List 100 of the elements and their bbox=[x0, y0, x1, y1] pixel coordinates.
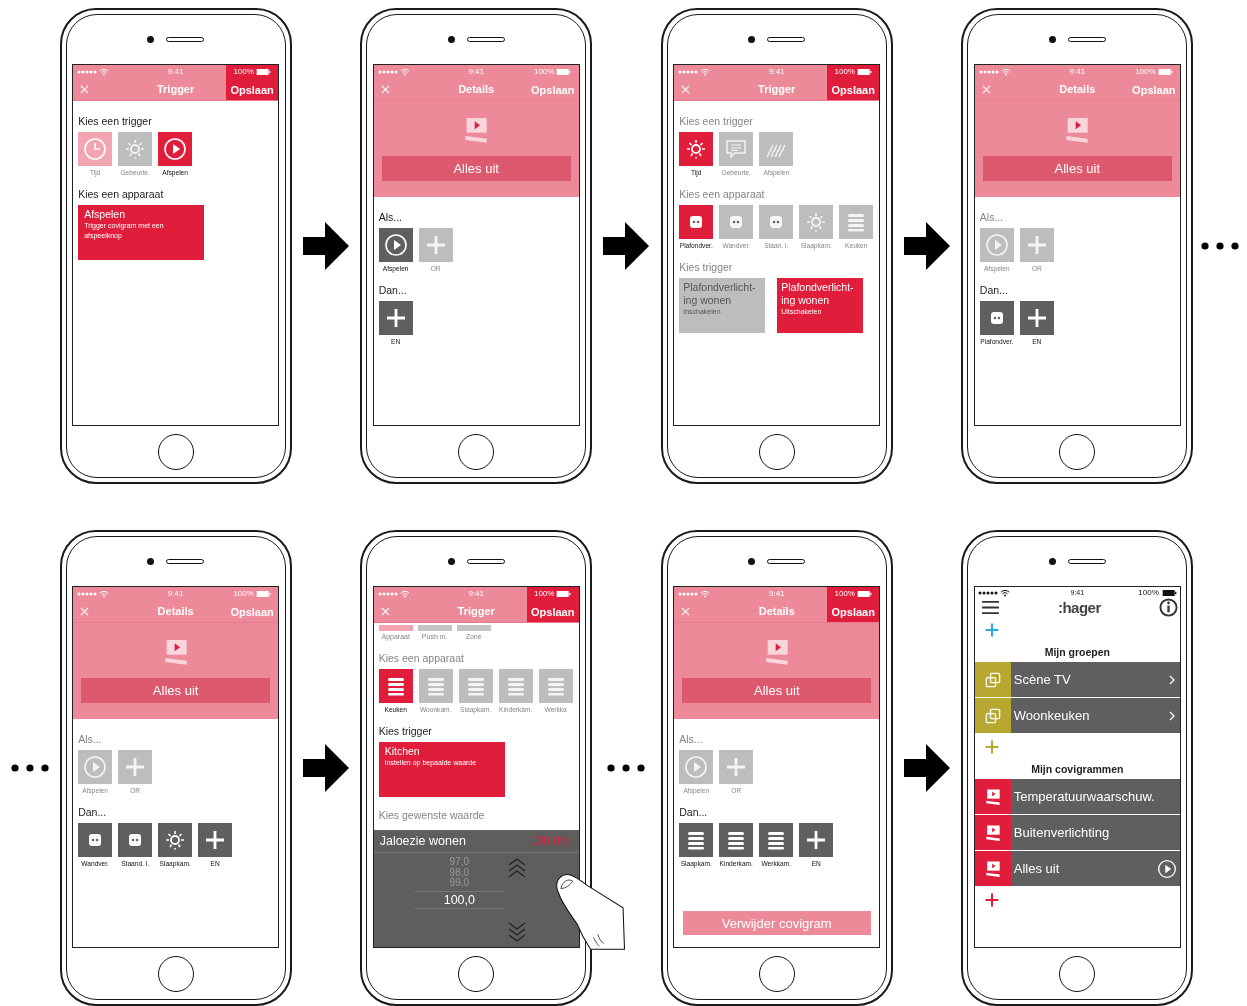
card-title: Afspelen bbox=[84, 208, 126, 222]
section-heading: Als... bbox=[679, 733, 704, 745]
status-time: 9:41 bbox=[166, 589, 185, 598]
arrow-icon bbox=[302, 222, 349, 270]
tile-button[interactable] bbox=[679, 132, 714, 166]
camera-icon bbox=[748, 558, 756, 565]
wifi-icon bbox=[700, 589, 711, 598]
tile-button[interactable] bbox=[78, 132, 113, 166]
wifi-icon bbox=[399, 67, 410, 76]
save-button[interactable]: Opslaan bbox=[531, 80, 575, 100]
signal-icon bbox=[77, 69, 98, 74]
status-time: 9:41 bbox=[467, 589, 485, 598]
section-heading: Dan... bbox=[78, 806, 108, 818]
save-button[interactable]: Opslaan bbox=[831, 602, 875, 622]
tile-button[interactable] bbox=[979, 301, 1014, 335]
battery-icon bbox=[556, 590, 572, 597]
card-title: Kitchen bbox=[384, 745, 421, 759]
card-title: Plafondverlicht-ing wonen bbox=[683, 281, 757, 308]
tile-button[interactable] bbox=[759, 823, 794, 857]
speech-bubble-icon bbox=[724, 137, 749, 161]
list-row[interactable]: Alles uit bbox=[974, 851, 1180, 886]
scene-button[interactable]: Alles uit bbox=[682, 678, 872, 703]
arrow-icon bbox=[302, 744, 349, 792]
battery-icon bbox=[1157, 68, 1173, 75]
tile-button[interactable] bbox=[158, 132, 193, 166]
battery-icon bbox=[857, 590, 872, 597]
close-icon[interactable] bbox=[981, 84, 991, 94]
signal-icon bbox=[678, 591, 699, 596]
save-button[interactable]: Opslaan bbox=[831, 80, 875, 100]
wifi-icon bbox=[999, 588, 1010, 597]
scene-button[interactable]: Alles uit bbox=[982, 156, 1172, 181]
wifi-icon bbox=[99, 589, 110, 598]
section-heading: Kies een apparaat bbox=[679, 188, 766, 200]
close-icon[interactable] bbox=[380, 606, 390, 616]
wifi-icon bbox=[99, 67, 110, 76]
tile-button[interactable] bbox=[1019, 301, 1054, 335]
save-button[interactable]: Opslaan bbox=[230, 602, 274, 622]
signal-icon bbox=[678, 69, 699, 74]
list-row[interactable]: Scène TV bbox=[974, 662, 1180, 697]
tile-button[interactable] bbox=[118, 823, 153, 857]
ellipsis-icon bbox=[10, 764, 49, 772]
signal-icon bbox=[77, 591, 98, 596]
tile-button[interactable] bbox=[378, 301, 413, 335]
battery-icon bbox=[857, 68, 872, 75]
screen-title: Details bbox=[457, 83, 496, 95]
section-heading: Kies trigger bbox=[679, 261, 734, 273]
tile-button[interactable] bbox=[679, 205, 714, 239]
chevron-right-icon bbox=[1167, 709, 1176, 722]
picker-reading: 100,0% bbox=[530, 834, 571, 848]
value-option: 98,0 bbox=[449, 867, 470, 878]
battery-level: 100% bbox=[834, 67, 855, 76]
section-heading: Dan... bbox=[979, 284, 1009, 296]
play-icon bbox=[163, 137, 188, 161]
menu-icon[interactable] bbox=[980, 599, 1000, 615]
tile-button[interactable] bbox=[378, 669, 413, 703]
screen-title: Trigger bbox=[757, 83, 797, 95]
screen-title: Trigger bbox=[155, 83, 196, 95]
section-heading: Kies een apparaat bbox=[78, 188, 165, 200]
battery-icon bbox=[1161, 589, 1177, 596]
battery-level: 100% bbox=[233, 67, 254, 76]
add-icon[interactable] bbox=[983, 622, 1000, 638]
scene-button[interactable]: Alles uit bbox=[381, 156, 571, 181]
camera-icon bbox=[447, 36, 455, 43]
list-row[interactable]: Buitenverlichting bbox=[974, 815, 1180, 850]
close-icon[interactable] bbox=[80, 606, 90, 616]
info-icon[interactable] bbox=[1158, 597, 1178, 617]
camera-icon bbox=[1048, 36, 1056, 43]
section-heading: Dan... bbox=[378, 284, 408, 296]
play-icon[interactable] bbox=[1156, 858, 1177, 879]
ellipsis-icon bbox=[607, 764, 646, 772]
save-button[interactable]: Opslaan bbox=[230, 80, 274, 100]
battery-level: 100% bbox=[1135, 67, 1156, 76]
battery-icon bbox=[255, 590, 271, 597]
battery-icon bbox=[255, 68, 271, 75]
close-icon[interactable] bbox=[380, 84, 390, 94]
wifi-icon bbox=[1000, 67, 1011, 76]
tile-button[interactable] bbox=[198, 823, 233, 857]
list-row[interactable]: Temperatuurwaarschuw. bbox=[974, 779, 1180, 814]
tile-button[interactable] bbox=[719, 823, 754, 857]
close-icon[interactable] bbox=[80, 84, 90, 94]
scene-button[interactable]: Alles uit bbox=[81, 678, 271, 703]
tile-button[interactable] bbox=[158, 823, 193, 857]
close-icon[interactable] bbox=[681, 84, 691, 94]
arrow-icon bbox=[904, 222, 951, 270]
ellipsis-icon bbox=[1201, 242, 1240, 250]
save-button[interactable]: Opslaan bbox=[531, 602, 575, 622]
save-button[interactable]: Opslaan bbox=[1132, 80, 1176, 100]
section-title: Mijn groepen bbox=[1043, 645, 1111, 660]
status-time: 9:41 bbox=[166, 67, 185, 76]
tile-button[interactable] bbox=[679, 823, 714, 857]
section-heading: Kies trigger bbox=[378, 725, 433, 737]
wifi-icon bbox=[700, 67, 711, 76]
tile-button[interactable] bbox=[78, 823, 113, 857]
add-icon[interactable] bbox=[983, 739, 1000, 755]
list-row[interactable]: Woonkeuken bbox=[974, 698, 1180, 733]
tile-button[interactable] bbox=[378, 228, 413, 262]
tile-button[interactable] bbox=[799, 823, 834, 857]
status-time: 9:41 bbox=[467, 67, 485, 76]
add-icon[interactable] bbox=[983, 892, 1000, 908]
close-icon[interactable] bbox=[681, 606, 691, 616]
